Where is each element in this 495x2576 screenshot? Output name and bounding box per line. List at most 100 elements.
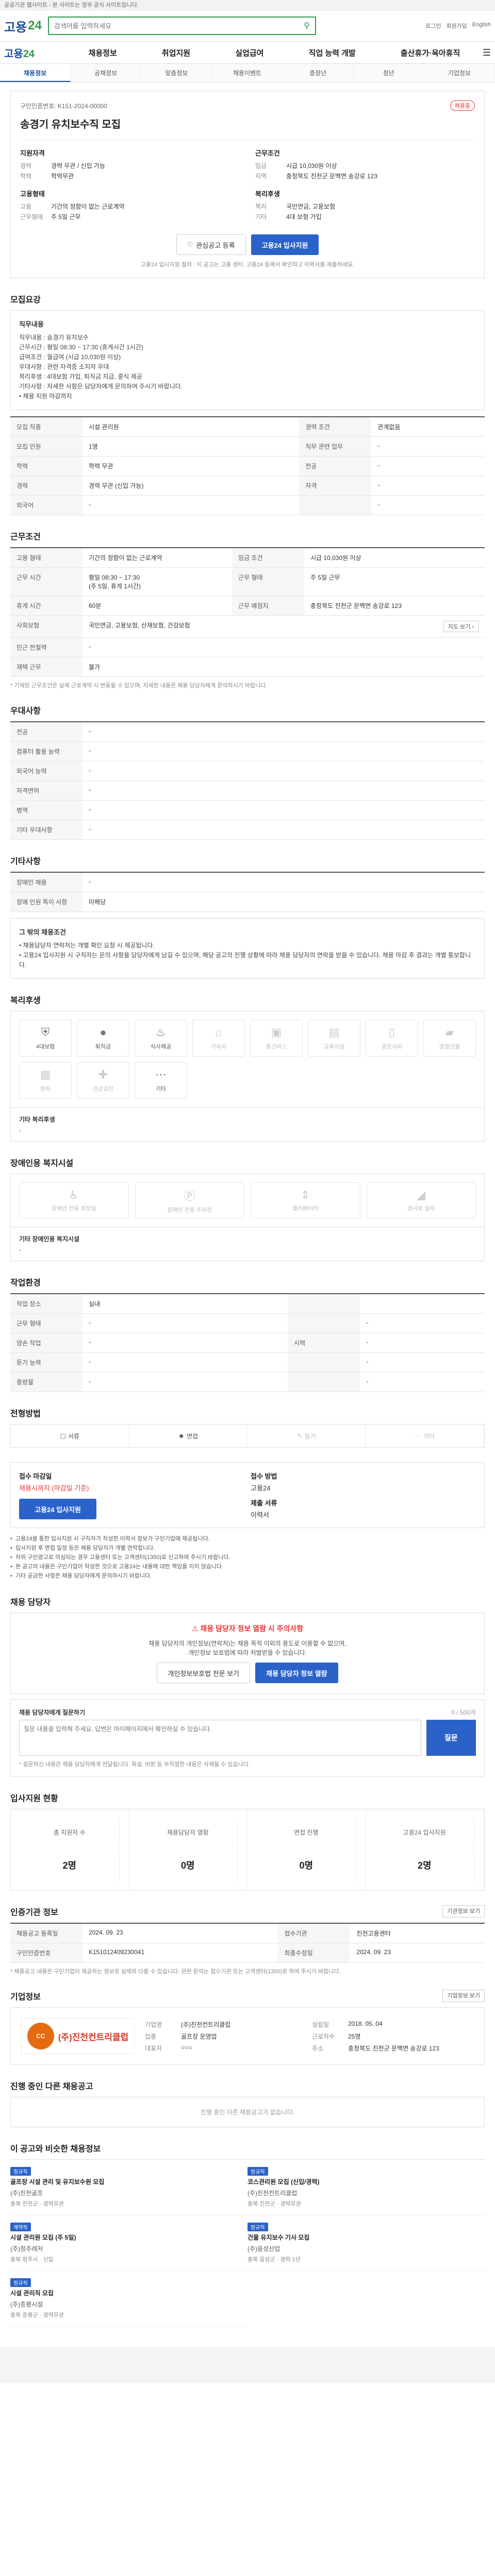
gift-icon: ▯ [388, 1026, 395, 1039]
list-item[interactable]: 정규직 건물 유지보수 기사 모집 (주)음성산업 충북 음성군 · 경력 1년 [248, 2215, 485, 2271]
company-info-button[interactable]: 기업정보 보기 [442, 1990, 485, 2002]
table-row: 재택 근무 불가 [10, 657, 485, 677]
process-step: ☻ 면접 [129, 1425, 248, 1447]
welfare-item: ▰ 명절선물 [423, 1020, 476, 1057]
elevator-icon: ⇕ [301, 1189, 310, 1201]
util-lang[interactable]: English [472, 22, 491, 30]
recommend-list: 정규직 골프장 시설 관리 및 유지보수원 모집 (주)진천골프 충북 진천군 · 경… [10, 2159, 485, 2327]
view-contact-button[interactable]: 채용 담당자 정보 열람 [255, 1663, 338, 1683]
dots-icon: ⋯ [155, 1068, 167, 1081]
apply-button-2[interactable]: 고용24 입사지원 [19, 1499, 96, 1519]
menu-icon[interactable]: ☰ [483, 47, 491, 58]
apply-notices: 고용24를 통한 입사지원 시 구직자가 작성한 이력서 정보가 구인기업에 제… [10, 1534, 485, 1581]
company-mark-icon: CC [27, 2023, 54, 2049]
search-icon[interactable]: ⚲ [304, 21, 310, 31]
nav-item-jobs[interactable]: 채용정보 [89, 47, 117, 58]
process-steps: ▢ 서류 ☻ 면접 ✎ 필기 ⋯ 기타 [10, 1424, 485, 1448]
table-row: 중량물 - - [10, 1372, 485, 1392]
site-logo[interactable]: 고용 24 [4, 17, 42, 35]
tab-public[interactable]: 공채정보 [71, 64, 142, 82]
nav-item-training[interactable]: 직업 능력 개발 [309, 47, 356, 58]
table-row: 구인인증번호 K151012409230041 최종수정일 2024. 09. 23 [10, 1943, 485, 1963]
work-env-table: 작업 장소 실내 근무 형태 - - 양손 작업 - 시력 - 듣기 능력 - - 중량물 - - [10, 1293, 485, 1392]
disability-section: 장애인용 복지시설 ♿ 장애인 전용 화장실 Ⓟ 장애인 전용 주차장 ⇕ 엘리베이터… [10, 1156, 485, 1261]
nav-item-leave[interactable]: 출산휴가·육아휴직 [401, 47, 460, 58]
table-row: 사회보험 국민연금, 고용보험, 산재보험, 건강보험 지도 보기 › [10, 615, 485, 638]
nav-item-benefit[interactable]: 실업급여 [235, 47, 263, 58]
apply-section: 접수 마감일 채용시까지 (마감일 기준) 고용24 입사지원 접수 방법 고용2… [10, 1462, 485, 1581]
question-input[interactable] [19, 1720, 421, 1756]
map-button[interactable]: 지도 보기 › [443, 621, 478, 632]
summary-welfare: 복리후생 복리 국민연금, 고용보험 기타 4대 보험 가입 [255, 190, 335, 221]
warning-icon: ⚠ [191, 1624, 199, 1633]
table-row: 듣기 능력 - - [10, 1352, 485, 1372]
shield-icon: ⛨ [41, 1026, 50, 1039]
wheelchair-icon: ♿ [69, 1189, 79, 1201]
search-input[interactable] [54, 22, 300, 30]
work-condition-section: 근무조건 고용 형태 기간의 정함이 없는 근로계약 임금 조건 시급 10,030원… [10, 530, 485, 689]
contact-box: ⚠ 채용 담당자 정보 열람 시 주의사항 채용 담당자의 개인정보(연락처)는… [10, 1613, 485, 1694]
preference-section: 우대사항 전공 - 컴퓨터 활용 능력 - 외국어 능력 - 자격면허 - 병역 - 기타… [10, 704, 485, 840]
summary-condition: 근무조건 임금 시급 10,030원 이상 지역 충청북도 진천군 문백면 송강로 … [255, 149, 377, 180]
home-icon: ⌂ [215, 1026, 222, 1039]
table-row: 경력 경력 무관 (신입 가능) 자격 - [10, 476, 485, 496]
etc-table: 장애인 채용 - 장애 인원 특이 사항 미해당 [10, 872, 485, 912]
disability-grid: ♿ 장애인 전용 화장실 Ⓟ 장애인 전용 주차장 ⇕ 엘리베이터 ◢ 경사로 설치 [10, 1174, 485, 1227]
gov-info-table: 채용공고 등록일 2024. 09. 23 접수기관 진천고용센터 구인인증번호 K15… [10, 1923, 485, 1963]
facility-item: ♿ 장애인 전용 화장실 [19, 1182, 129, 1218]
recruit-table: 모집 직종 시설 관리원 경력 조건 관계없음 모집 인원 1명 직무 관련 업무 - 학력… [10, 416, 485, 515]
nav-item-support[interactable]: 취업지원 [162, 47, 190, 58]
preference-table: 전공 - 컴퓨터 활용 능력 - 외국어 능력 - 자격면허 - 병역 - 기타 우대사항… [10, 721, 485, 840]
welfare-item: ● 퇴직금 [77, 1020, 129, 1057]
apply-button[interactable]: 고용24 입사지원 [251, 234, 319, 255]
list-item[interactable]: 정규직 골프장 시설 관리 및 유지보수원 모집 (주)진천골프 충북 진천군 · 경… [10, 2160, 248, 2215]
gift-icon: ▰ [445, 1026, 454, 1039]
list-item[interactable]: 정규직 코스관리원 모집 (신입/경력) (주)진천컨트리클럽 충북 진천군 · 경력… [248, 2160, 485, 2215]
table-row: 컴퓨터 활용 능력 - [10, 741, 485, 761]
gov-banner: 공공기관 웹사이트 - 본 사이트는 정부 공식 사이트입니다. [0, 0, 495, 10]
parking-icon: Ⓟ [184, 1190, 195, 1202]
company-logo: CC (주)진천컨트리클럽 [21, 2018, 135, 2054]
calendar-icon: ▦ [40, 1068, 51, 1081]
list-item[interactable]: 계약직 시설 관리원 모집 (주 5일) (주)청주레저 충북 청주시 · 신입 [10, 2215, 248, 2271]
book-icon: ▤ [328, 1026, 340, 1039]
privacy-law-button[interactable]: 개인정보보호법 전문 보기 [157, 1663, 251, 1683]
tab-youth[interactable]: 청년 [354, 64, 424, 82]
tab-event[interactable]: 채용이벤트 [212, 64, 283, 82]
util-login[interactable]: 로그인 [425, 22, 441, 30]
welfare-item: ⋯ 기타 [135, 1062, 187, 1099]
list-item[interactable]: 정규직 시설 관리직 모집 (주)증평시설 충북 증평군 · 경력무관 [10, 2271, 248, 2327]
welfare-item: ♨ 식사제공 [135, 1020, 187, 1057]
facility-item: Ⓟ 장애인 전용 주차장 [135, 1182, 244, 1218]
welfare-item: ✚ 건강검진 [77, 1062, 129, 1099]
tab-custom[interactable]: 맞춤정보 [141, 64, 212, 82]
pencil-icon: ✎ [297, 1432, 303, 1439]
welfare-item: ▤ 교육지원 [308, 1020, 360, 1057]
tab-company[interactable]: 기업정보 [424, 64, 495, 82]
welfare-item: ⌂ 기숙사 [192, 1020, 245, 1057]
util-join[interactable]: 회원가입 [446, 22, 467, 30]
stat-item: 면접 진행 0명 [248, 1809, 366, 1890]
save-job-button[interactable]: ♡ 관심공고 등록 [176, 234, 246, 255]
company-info: 기업명 (주)진천컨트리클럽 설립일 2018. 05. 04 업종 골프장 운영업 … [145, 2020, 439, 2052]
apply-note: 고용24 입사지원 절차 : 이 공고는 고용 센터, 고용24 등에서 확인하… [140, 262, 355, 268]
question-submit-button[interactable]: 질문 [426, 1720, 476, 1756]
tab-middle[interactable]: 중장년 [283, 64, 354, 82]
table-row: 채용공고 등록일 2024. 09. 23 접수기관 진천고용센터 [10, 1923, 485, 1943]
table-row: 작업 장소 실내 [10, 1294, 485, 1314]
section-title: 모집요강 [10, 296, 41, 304]
tab-jobs[interactable]: 채용정보 [0, 64, 71, 82]
nav-brand[interactable]: 고용24 [4, 45, 66, 60]
health-icon: ✚ [98, 1068, 108, 1081]
stat-item: 총 지원자 수 2명 [11, 1809, 129, 1890]
process-section: 전형방법 ▢ 서류 ☻ 면접 ✎ 필기 ⋯ 기타 [10, 1406, 485, 1448]
people-icon: ☻ [178, 1432, 185, 1439]
stat-item: 채용담당자 열람 0명 [129, 1809, 248, 1890]
logo-text-a: 고용 [4, 20, 27, 35]
coin-icon: ● [100, 1026, 107, 1039]
work-table: 고용 형태 기간의 정함이 없는 근로계약 임금 조건 시급 10,030원 이상 근… [10, 547, 485, 677]
gov-info-button[interactable]: 기관정보 보기 [442, 1905, 485, 1918]
work-note: * 기재된 근무조건은 실제 근로계약 시 변동될 수 있으며, 자세한 내용은… [10, 683, 268, 689]
char-count: 0 / 500자 [451, 1709, 476, 1716]
process-step: ⋯ 기타 [366, 1425, 484, 1447]
